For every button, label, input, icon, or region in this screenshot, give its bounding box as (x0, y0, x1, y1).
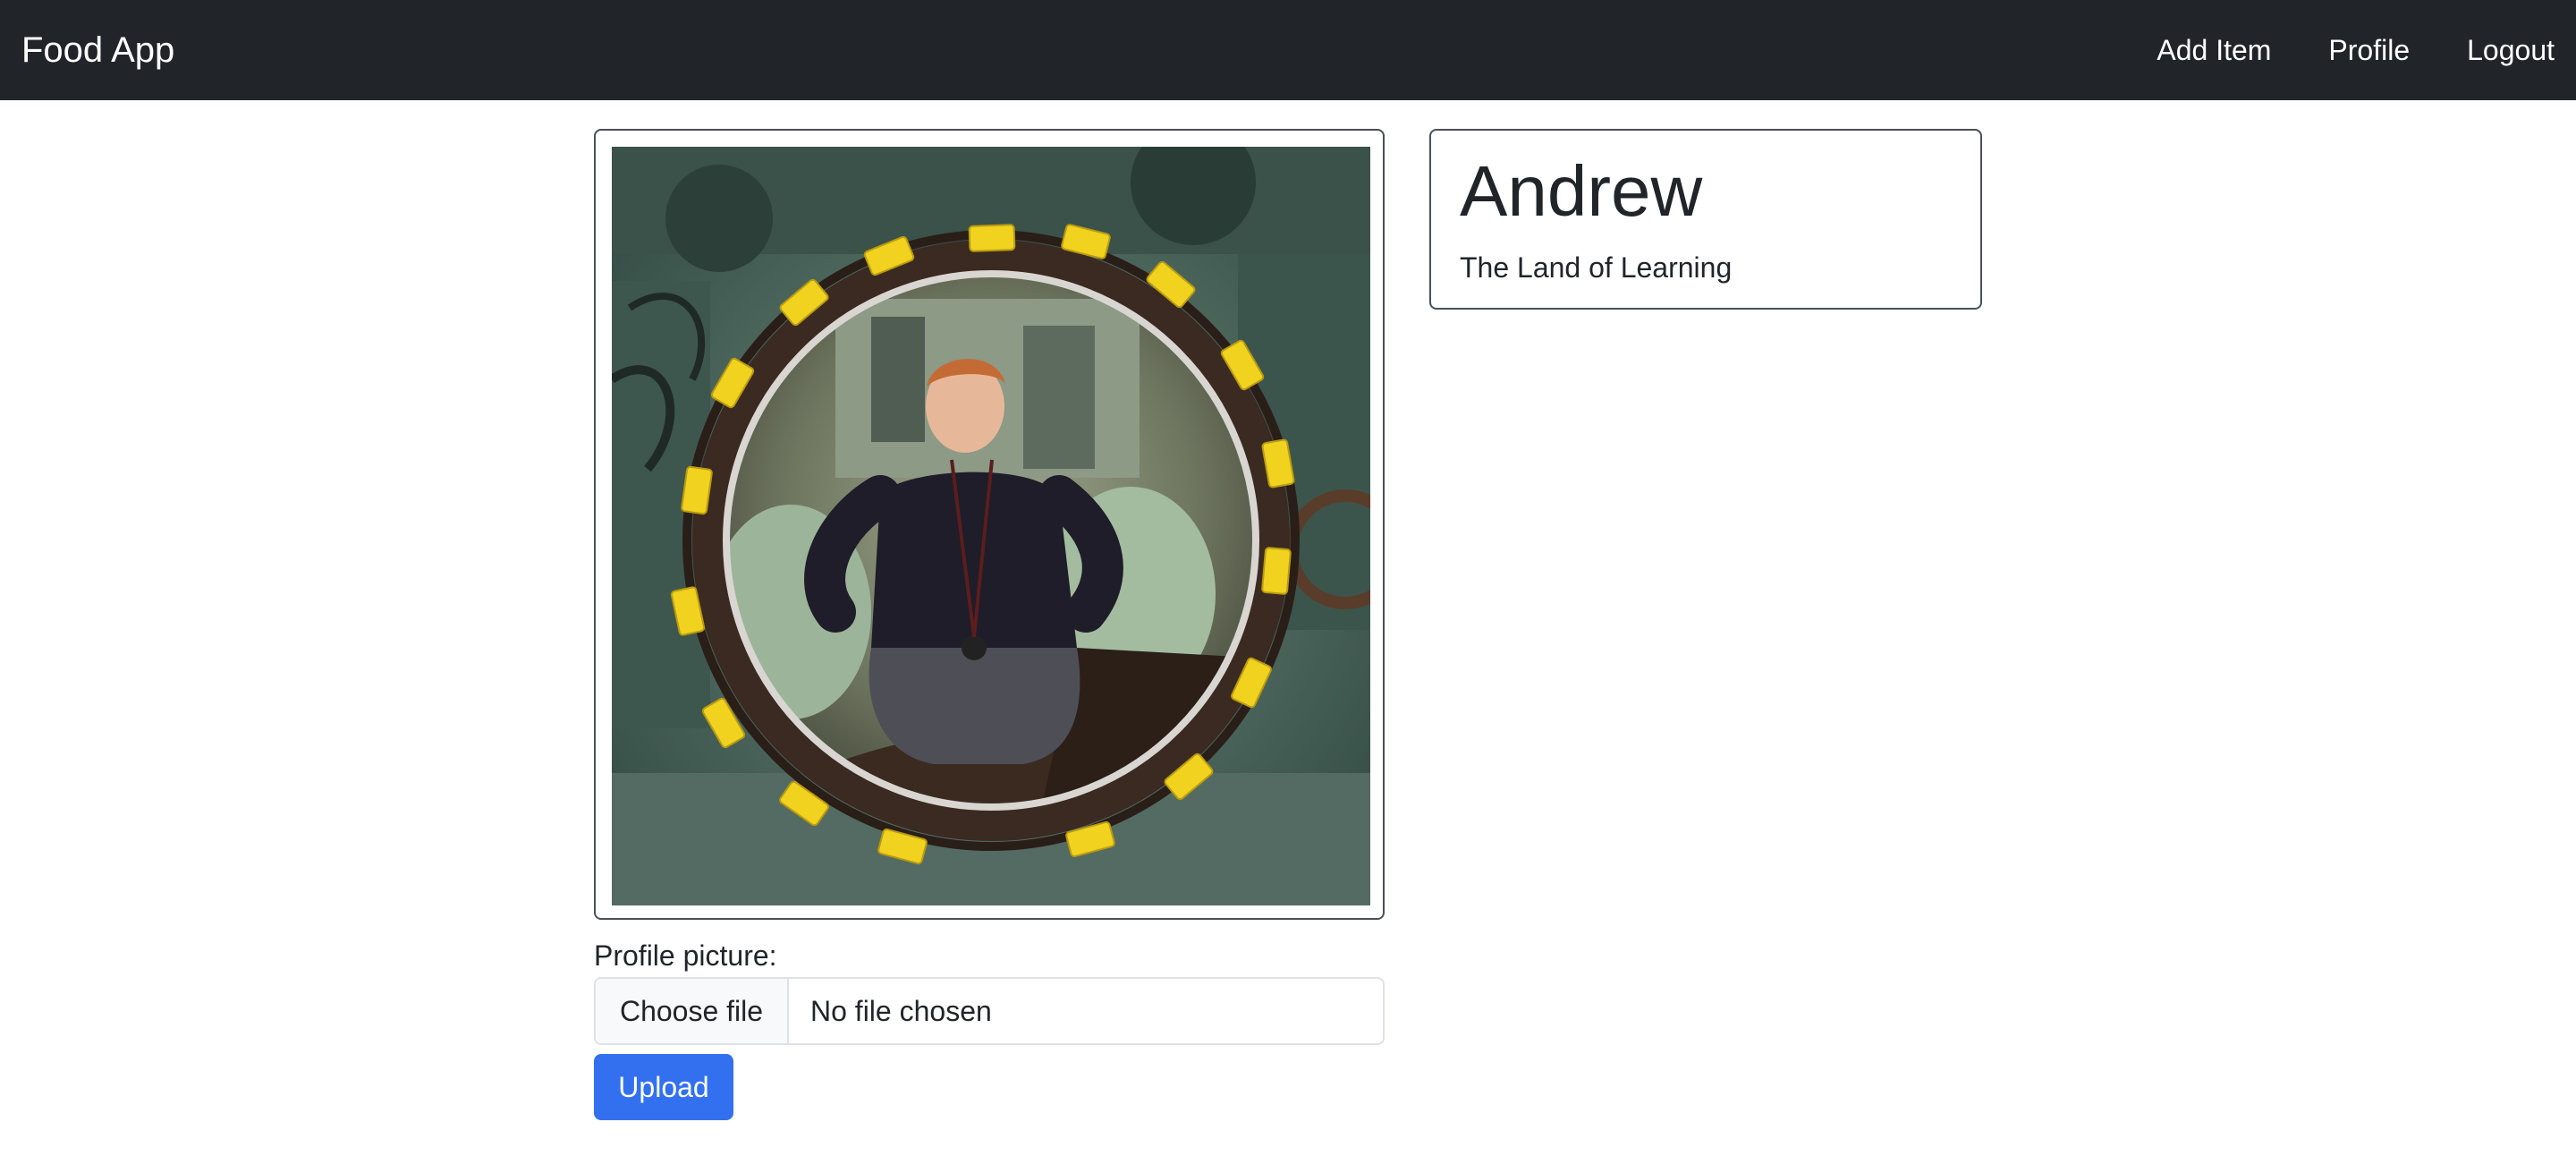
nav-logout-link[interactable]: Logout (2467, 34, 2555, 67)
choose-file-button[interactable]: Choose file (596, 979, 789, 1043)
profile-location: The Land of Learning (1460, 251, 1733, 284)
profile-info-card: Andrew The Land of Learning (1429, 129, 1982, 310)
upload-button[interactable]: Upload (594, 1054, 733, 1120)
profile-photo (612, 147, 1370, 905)
file-status-text: No file chosen (810, 994, 992, 1027)
profile-photo-card (594, 129, 1385, 920)
nav-links: Add Item Profile Logout (2099, 0, 2555, 100)
nav-add-item-link[interactable]: Add Item (2157, 34, 2271, 67)
brand-link[interactable]: Food App (21, 0, 174, 100)
profile-picture-label: Profile picture: (594, 939, 777, 972)
navbar: Food App Add Item Profile Logout (0, 0, 2576, 100)
profile-picture-file-input[interactable]: Choose file No file chosen (594, 977, 1385, 1045)
nav-profile-link[interactable]: Profile (2328, 34, 2410, 67)
profile-name: Andrew (1460, 151, 1703, 231)
